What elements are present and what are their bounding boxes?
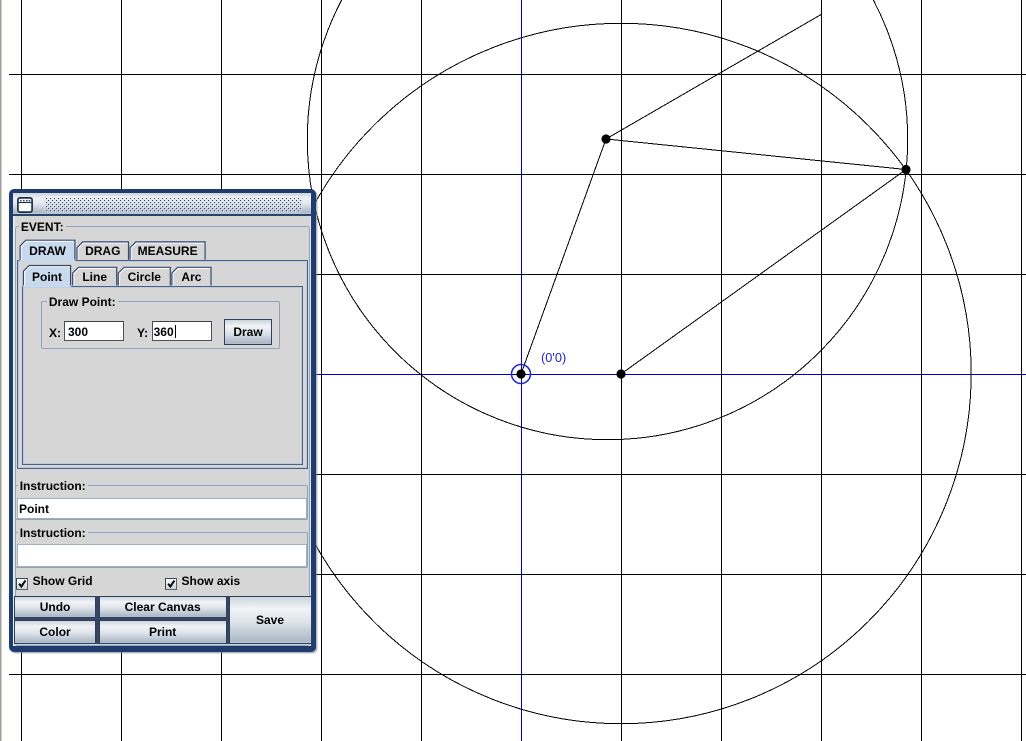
svg-text:(0'0): (0'0) [541,350,566,365]
